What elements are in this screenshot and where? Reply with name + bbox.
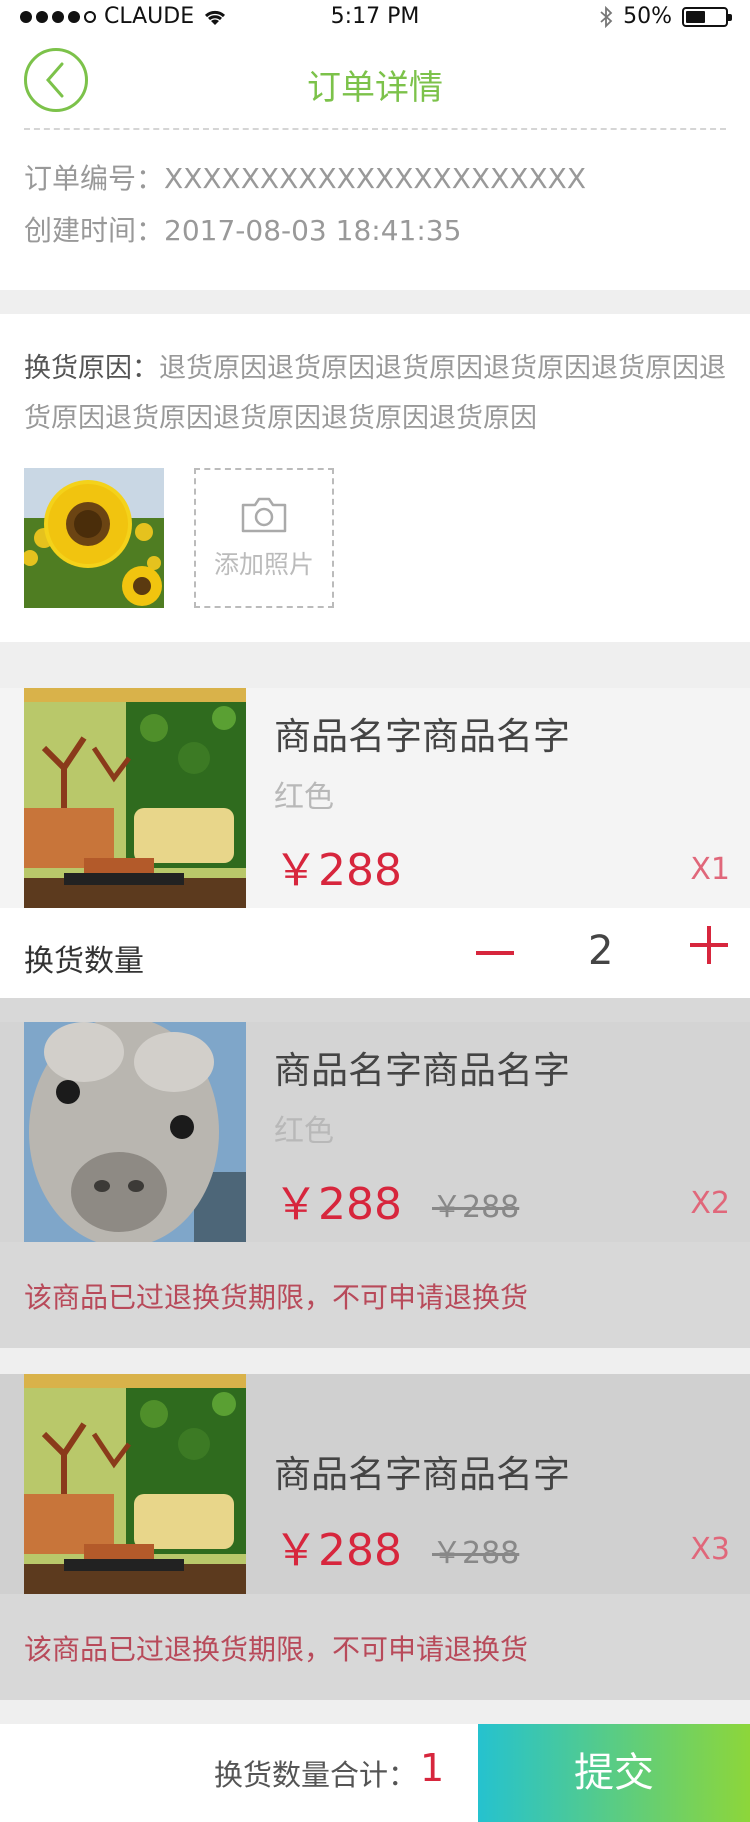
order-info: 订单编号：XXXXXXXXXXXXXXXXXXXXXX 创建时间：2017-08… [0, 130, 750, 290]
item-2-name: 商品名字商品名字 [274, 1049, 570, 1092]
created-time-value: 2017-08-03 18:41:35 [164, 214, 462, 247]
item-2-color: 红色 [274, 1114, 334, 1149]
item-2-image [24, 1022, 246, 1242]
item-1-qty: X1 [690, 852, 730, 887]
photo-thumbnail[interactable] [24, 468, 164, 608]
item-3-name: 商品名字商品名字 [274, 1453, 570, 1496]
item-1-summary[interactable]: 商品名字商品名字 红色 ￥288 X1 [0, 688, 750, 908]
item-1-color: 红色 [274, 780, 334, 815]
item-2-old-price: ￥288 [432, 1190, 520, 1225]
camera-icon [241, 497, 287, 533]
header: 订单详情 [0, 34, 750, 130]
order-number-label: 订单编号： [24, 162, 165, 195]
reason-section: 换货原因：退货原因退货原因退货原因退货原因退货原因退货原因退货原因退货原因退货原… [0, 314, 750, 642]
increase-quantity-button[interactable] [690, 926, 728, 964]
status-right: 50% [599, 4, 732, 29]
item-1-price: ￥288 [274, 845, 402, 896]
item-1-name: 商品名字商品名字 [274, 715, 570, 758]
status-bar: CLAUDE 5:17 PM 50% [0, 0, 750, 34]
item-3-price: ￥288 [274, 1525, 402, 1576]
item-3-expired-note: 该商品已过退换货期限，不可申请退换货 [0, 1594, 750, 1700]
living-room-image [24, 688, 246, 908]
item-2-price: ￥288 [274, 1179, 402, 1230]
created-time-label: 创建时间： [24, 214, 165, 247]
order-number-row: 订单编号：XXXXXXXXXXXXXXXXXXXXXX [24, 158, 726, 210]
item-2-summary[interactable]: 商品名字商品名字 红色 ￥288 ￥288 X2 [0, 1022, 750, 1242]
item-2-qty: X2 [690, 1186, 730, 1221]
exchange-quantity-label: 换货数量 [24, 944, 144, 979]
battery-percent: 50% [623, 4, 672, 29]
item-1-image [24, 688, 246, 908]
decrease-quantity-button[interactable] [476, 938, 514, 968]
total-quantity-value: 1 [420, 1746, 445, 1790]
exchange-quantity-value: 2 [588, 928, 614, 974]
alpaca-image [24, 1022, 246, 1242]
battery-icon [682, 6, 732, 27]
exchange-quantity-row: 换货数量 2 [0, 908, 750, 998]
item-2-expired-note: 该商品已过退换货期限，不可申请退换货 [0, 1242, 750, 1348]
item-3-qty: X3 [690, 1532, 730, 1567]
created-time-row: 创建时间：2017-08-03 18:41:35 [24, 210, 726, 262]
sunflower-image [24, 468, 164, 608]
item-3-old-price: ￥288 [432, 1536, 520, 1571]
item-3-image [24, 1374, 246, 1594]
bluetooth-icon [600, 5, 613, 28]
page-title: 订单详情 [307, 68, 443, 108]
order-number-value: XXXXXXXXXXXXXXXXXXXXXX [164, 162, 587, 195]
reason-label: 换货原因： [24, 353, 159, 384]
reason-text-block: 换货原因：退货原因退货原因退货原因退货原因退货原因退货原因退货原因退货原因退货原… [24, 344, 726, 444]
add-photo-label: 添加照片 [213, 550, 314, 579]
add-photo-button[interactable]: 添加照片 [194, 468, 334, 608]
item-3-summary[interactable]: 商品名字商品名字 ￥288 ￥288 X3 [0, 1374, 750, 1594]
submit-button[interactable]: 提交 [478, 1724, 750, 1822]
living-room-image [24, 1374, 246, 1594]
footer-bar: 换货数量合计： 1 提交 [0, 1724, 750, 1822]
total-quantity-label: 换货数量合计： [214, 1758, 418, 1792]
photo-list: 添加照片 [24, 468, 334, 608]
